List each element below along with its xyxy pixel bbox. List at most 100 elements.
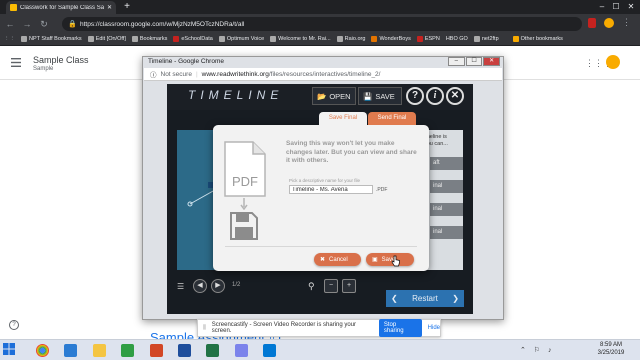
popup-maximize-button[interactable]: ☐ xyxy=(465,57,483,66)
zoom-in-icon[interactable]: + xyxy=(342,279,356,293)
bookmark-item[interactable]: Edit [On/Off] xyxy=(87,36,126,42)
dialog-divider xyxy=(225,246,417,247)
other-bookmarks[interactable]: Other bookmarks xyxy=(512,36,563,42)
app-taskbar-icon[interactable] xyxy=(235,344,248,357)
lock-icon: 🔒 xyxy=(68,21,77,28)
profile-icon[interactable] xyxy=(604,18,614,28)
pdf-document-icon: PDF xyxy=(224,141,266,197)
app-taskbar-icon[interactable] xyxy=(150,344,163,357)
filename-field[interactable] xyxy=(289,185,373,194)
stop-sharing-button[interactable]: Stop sharing xyxy=(378,319,422,337)
popup-close-button[interactable]: ✕ xyxy=(483,57,501,66)
system-tray[interactable]: ⌃ ⚐ ♪ xyxy=(520,346,555,354)
browser-tab[interactable]: Classwork for Sample Class Sam... ✕ xyxy=(6,1,116,14)
extension-icon[interactable] xyxy=(588,18,596,28)
address-bar[interactable]: 🔒 https://classroom.google.com/w/MjzNzM5… xyxy=(62,17,582,31)
info-button[interactable]: i xyxy=(426,87,444,105)
sharing-message: Screencastify - Screen Video Recorder is… xyxy=(211,322,357,334)
back-icon[interactable]: ← xyxy=(3,17,17,31)
final-button[interactable]: inal xyxy=(430,203,463,216)
help-icon[interactable]: ? xyxy=(9,320,19,330)
bookmarks-bar: ⋮⋮ NPT Staff Bookmarks Edit [On/Off] Boo… xyxy=(0,33,640,46)
list-icon[interactable]: ☰ xyxy=(177,282,184,291)
pdf-label: PDF xyxy=(232,174,258,189)
forward-icon[interactable]: → xyxy=(20,17,34,31)
final-button[interactable]: inal xyxy=(430,226,463,239)
page-indicator: 1/2 xyxy=(232,282,241,288)
tab-title: Classwork for Sample Class Sam... xyxy=(20,4,104,11)
popup-minimize-button[interactable]: – xyxy=(448,57,465,66)
close-app-button[interactable]: ✕ xyxy=(446,87,464,105)
excel-taskbar-icon[interactable] xyxy=(206,344,219,357)
clock-time: 8:59 AM xyxy=(599,342,622,348)
hamburger-menu-icon[interactable] xyxy=(11,58,21,67)
search-icon[interactable]: ⚲ xyxy=(308,281,315,292)
final-button[interactable]: inal xyxy=(430,180,463,193)
tab-save-final[interactable]: Save Final xyxy=(319,112,367,125)
app-taskbar-icon[interactable] xyxy=(121,344,134,357)
clock[interactable]: 8:59 AM 3/25/2019 xyxy=(586,341,636,357)
bookmark-item[interactable]: Bookmarks xyxy=(131,36,167,42)
avatar[interactable] xyxy=(606,55,620,69)
help-button[interactable]: ? xyxy=(406,87,424,105)
file-explorer-icon[interactable] xyxy=(93,344,106,357)
new-tab-button[interactable]: + xyxy=(122,2,132,12)
previous-page-icon[interactable]: ◀ xyxy=(193,279,207,293)
bookmark-item[interactable]: ESPN xyxy=(416,36,440,42)
dialog-save-button[interactable]: ▣ Save xyxy=(366,253,414,266)
bookmark-item[interactable]: net2ftp xyxy=(473,36,499,42)
dialog-message: Saving this way won't let you make chang… xyxy=(286,140,417,164)
bookmark-item[interactable]: Raio.org xyxy=(336,36,365,42)
bookmark-item[interactable]: Welcome to Mr. Rai... xyxy=(270,36,331,42)
open-button[interactable]: 📂 OPEN xyxy=(312,87,356,105)
folder-icon: 📂 xyxy=(317,91,327,101)
floppy-disk-icon xyxy=(230,212,258,240)
not-secure-label: Not secure xyxy=(160,70,192,78)
tab-close-icon[interactable]: ✕ xyxy=(107,4,112,11)
restart-button[interactable]: ❮ Restart ❯ xyxy=(386,290,464,307)
save-button[interactable]: 💾 SAVE xyxy=(358,87,402,105)
popup-window-controls: – ☐ ✕ xyxy=(448,57,501,66)
zoom-out-icon[interactable]: − xyxy=(324,279,338,293)
bookmark-item[interactable]: NPT Staff Bookmarks xyxy=(21,36,82,42)
bookmark-item[interactable]: Optimum Voice xyxy=(218,36,264,42)
app-taskbar-icon[interactable] xyxy=(263,344,276,357)
classroom-favicon-icon xyxy=(10,4,17,11)
tab-send-final[interactable]: Send Final xyxy=(368,112,416,125)
next-page-icon[interactable]: ▶ xyxy=(211,279,225,293)
ie-taskbar-icon[interactable] xyxy=(64,344,77,357)
app-title: TIMELINE xyxy=(188,88,284,102)
info-icon[interactable]: ⓘ xyxy=(150,69,157,79)
popup-url-path: /files/resources/interactives/timeline_2… xyxy=(268,70,381,78)
hand-cursor-icon xyxy=(391,255,400,267)
draft-button[interactable]: aft xyxy=(430,157,463,170)
clock-date: 3/25/2019 xyxy=(597,350,625,356)
maximize-window-button[interactable]: ☐ xyxy=(610,1,622,12)
close-window-button[interactable]: ✕ xyxy=(625,1,637,12)
chevron-right-icon: ❯ xyxy=(452,294,459,303)
bookmark-item[interactable]: WonderBoys xyxy=(371,36,411,42)
file-extension: .PDF xyxy=(376,187,388,193)
more-menu-icon[interactable]: ⋮ xyxy=(622,17,631,28)
class-title[interactable]: Sample Class xyxy=(33,55,89,65)
bookmark-item[interactable]: HBO GO xyxy=(446,36,468,42)
google-apps-icon[interactable]: ⋮⋮⋮ xyxy=(585,58,612,68)
word-taskbar-icon[interactable] xyxy=(178,344,191,357)
bookmark-item[interactable]: eSchoolData xyxy=(173,36,213,42)
windows-start-icon[interactable] xyxy=(3,343,15,355)
chrome-taskbar-icon[interactable] xyxy=(36,344,49,357)
hide-button[interactable]: Hide xyxy=(428,325,440,331)
chevron-left-icon: ❮ xyxy=(391,294,398,303)
popup-url-host: www.readwritethink.org xyxy=(201,70,269,78)
close-icon: ✖ xyxy=(320,257,326,263)
floppy-disk-icon: ▣ xyxy=(372,257,378,263)
sharing-indicator-icon: ⫼ xyxy=(203,324,206,331)
filename-label: Pick a descriptive name for your file xyxy=(289,178,361,183)
cancel-button[interactable]: ✖ Cancel xyxy=(314,253,361,266)
minimize-window-button[interactable]: – xyxy=(596,1,608,12)
floppy-disk-icon: 💾 xyxy=(363,91,373,101)
popup-title: Timeline - Google Chrome xyxy=(148,58,224,65)
reload-icon[interactable]: ↻ xyxy=(37,17,51,31)
arrow-down-icon xyxy=(240,198,248,210)
apps-icon[interactable]: ⋮⋮ xyxy=(4,36,15,42)
